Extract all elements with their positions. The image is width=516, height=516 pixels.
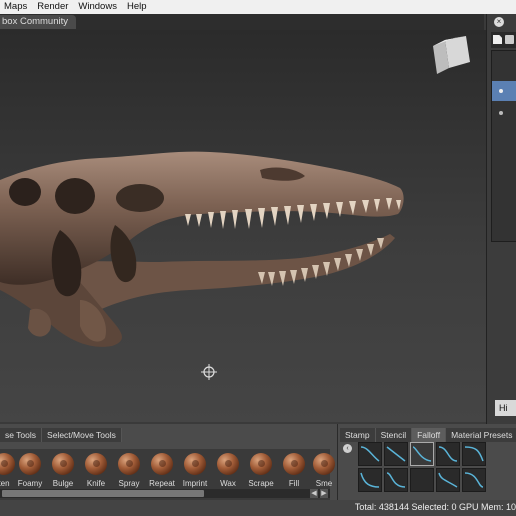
tab-stencil[interactable]: Stencil: [375, 428, 413, 442]
smear-brush-icon: [313, 453, 335, 475]
scroll-right-icon[interactable]: ▶: [320, 489, 328, 498]
scrape-brush-icon: [250, 453, 272, 475]
repeat-brush-icon: [151, 453, 173, 475]
falloff-preset[interactable]: [358, 468, 382, 492]
spray-brush-icon: [118, 453, 140, 475]
menu-help[interactable]: Help: [122, 0, 152, 14]
layer-visibility-icon[interactable]: [499, 111, 503, 115]
status-text: Total: 438144 Selected: 0 GPU Mem: 10: [354, 502, 516, 512]
skull-model: [0, 151, 404, 347]
close-icon[interactable]: ×: [494, 17, 504, 27]
brush-scrollbar[interactable]: ◀ ▶: [0, 489, 330, 498]
view-cube-icon[interactable]: [433, 36, 470, 74]
foamy-brush-icon: [19, 453, 41, 475]
scroll-left-icon[interactable]: ◀: [310, 489, 318, 498]
camera-icon[interactable]: [505, 35, 514, 44]
layer-item[interactable]: [492, 103, 516, 123]
help-button[interactable]: Hi: [495, 400, 516, 416]
menu-maps[interactable]: Maps: [0, 0, 32, 14]
tab-select-move-tools[interactable]: Select/Move Tools: [42, 428, 122, 442]
falloff-preset[interactable]: [384, 442, 408, 466]
tool-tabs: se Tools Select/Move Tools: [0, 428, 122, 442]
falloff-preset[interactable]: [436, 468, 460, 492]
viewport-tab[interactable]: box Community: [0, 15, 76, 29]
falloff-grid: ‹: [340, 441, 516, 496]
menu-bar: Maps Render Windows Help: [0, 0, 516, 14]
wax-brush-icon: [217, 453, 239, 475]
fill-brush-icon: [283, 453, 305, 475]
scrollbar-thumb[interactable]: [2, 490, 204, 497]
menu-windows[interactable]: Windows: [73, 0, 122, 14]
brush-item[interactable]: Sme: [304, 453, 344, 488]
falloff-preset[interactable]: [410, 468, 434, 492]
layers-toolbar: [491, 32, 516, 48]
falloff-preset[interactable]: [462, 468, 486, 492]
layer-item[interactable]: [492, 81, 516, 101]
material-tabs: Stamp Stencil Falloff Material Presets: [340, 428, 516, 442]
layers-panel: × Hi: [486, 14, 516, 424]
pivot-icon[interactable]: [201, 364, 217, 380]
back-icon[interactable]: ‹: [343, 444, 352, 453]
falloff-preset[interactable]: [462, 442, 486, 466]
layer-list: [491, 50, 516, 242]
falloff-preset[interactable]: [436, 442, 460, 466]
tab-stamp[interactable]: Stamp: [340, 428, 376, 442]
viewport[interactable]: [0, 30, 486, 422]
menu-render[interactable]: Render: [32, 0, 73, 14]
viewport-tab-strip: box Community: [0, 14, 484, 30]
tab-falloff[interactable]: Falloff: [412, 428, 447, 442]
status-bar: Total: 438144 Selected: 0 GPU Mem: 10: [0, 500, 516, 516]
new-layer-icon[interactable]: [493, 35, 502, 44]
viewport-canvas: [0, 36, 470, 380]
knife-brush-icon: [85, 453, 107, 475]
falloff-preset[interactable]: [410, 442, 434, 466]
tab-material-presets[interactable]: Material Presets: [446, 428, 516, 442]
layer-visibility-icon[interactable]: [499, 89, 503, 93]
falloff-preset[interactable]: [384, 468, 408, 492]
imprint-brush-icon: [184, 453, 206, 475]
bulge-brush-icon: [52, 453, 74, 475]
falloff-preset[interactable]: [358, 442, 382, 466]
tab-sculpt-tools[interactable]: se Tools: [0, 428, 43, 442]
